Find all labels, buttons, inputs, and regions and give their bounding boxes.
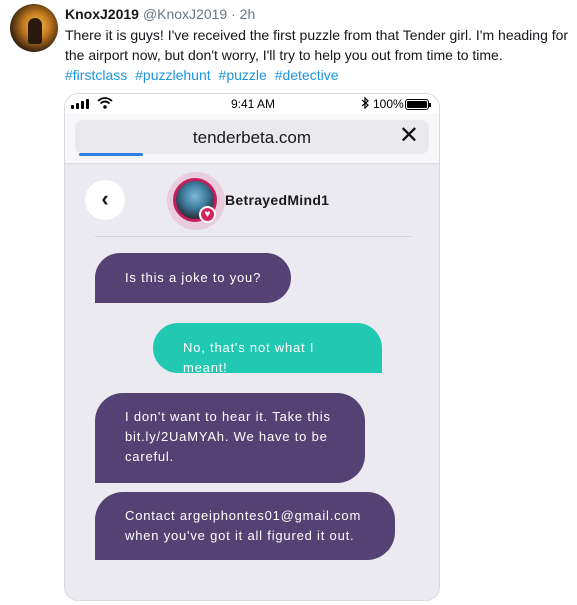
tweet-image[interactable]: 9:41 AM 100% tenderbeta.com ✕ ‹ ♥ Betray… (64, 93, 440, 601)
author-handle[interactable]: @KnoxJ2019 (143, 6, 227, 22)
message-text: Is this a joke to you? (125, 270, 262, 285)
tweet: KnoxJ2019 @KnoxJ2019 · 2h There it is guy… (0, 0, 577, 605)
hashtag-link[interactable]: #puzzlehunt (135, 67, 211, 83)
chat-screen: ‹ ♥ BetrayedMind1 Is this a joke to you?… (65, 164, 439, 600)
battery-percent: 100% (373, 97, 404, 111)
message-text: No, that's not what I meant! (183, 340, 315, 375)
back-button[interactable]: ‹ (85, 180, 125, 220)
hashtag-link[interactable]: #firstclass (65, 67, 127, 83)
url-field[interactable]: tenderbeta.com ✕ (75, 120, 429, 154)
hashtag-link[interactable]: #detective (275, 67, 339, 83)
bluetooth-icon (361, 97, 369, 109)
message-text: Contact argeiphontes01@gmail.com when yo… (125, 508, 362, 543)
message-bubble-incoming: Contact argeiphontes01@gmail.com when yo… (95, 492, 395, 560)
close-icon[interactable]: ✕ (399, 122, 419, 150)
tweet-text: There it is guys! I've received the firs… (65, 27, 569, 63)
header-divider (95, 236, 411, 237)
battery-icon (405, 99, 431, 110)
hashtag-link[interactable]: #puzzle (219, 67, 267, 83)
author-avatar[interactable] (10, 4, 58, 52)
heart-icon: ♥ (199, 206, 216, 223)
page-load-progress (79, 153, 143, 156)
contact-username[interactable]: BetrayedMind1 (225, 192, 329, 208)
message-text: I don't want to hear it. Take this bit.l… (125, 409, 331, 464)
tweet-time[interactable]: 2h (240, 6, 256, 22)
message-bubble-incoming: Is this a joke to you? (95, 253, 291, 303)
tweet-header: KnoxJ2019 @KnoxJ2019 · 2h (65, 5, 255, 23)
author-name[interactable]: KnoxJ2019 (65, 6, 139, 22)
hashtag-list: #firstclass #puzzlehunt #puzzle #detecti… (65, 65, 343, 85)
phone-status-bar: 9:41 AM 100% (65, 94, 439, 114)
avatar-figure (28, 18, 42, 44)
browser-bar: tenderbeta.com ✕ (65, 114, 439, 164)
url-text: tenderbeta.com (192, 128, 312, 147)
message-bubble-incoming: I don't want to hear it. Take this bit.l… (95, 393, 365, 483)
chevron-left-icon: ‹ (101, 186, 109, 211)
message-bubble-outgoing: No, that's not what I meant! (153, 323, 382, 375)
header-separator: · (231, 6, 236, 22)
